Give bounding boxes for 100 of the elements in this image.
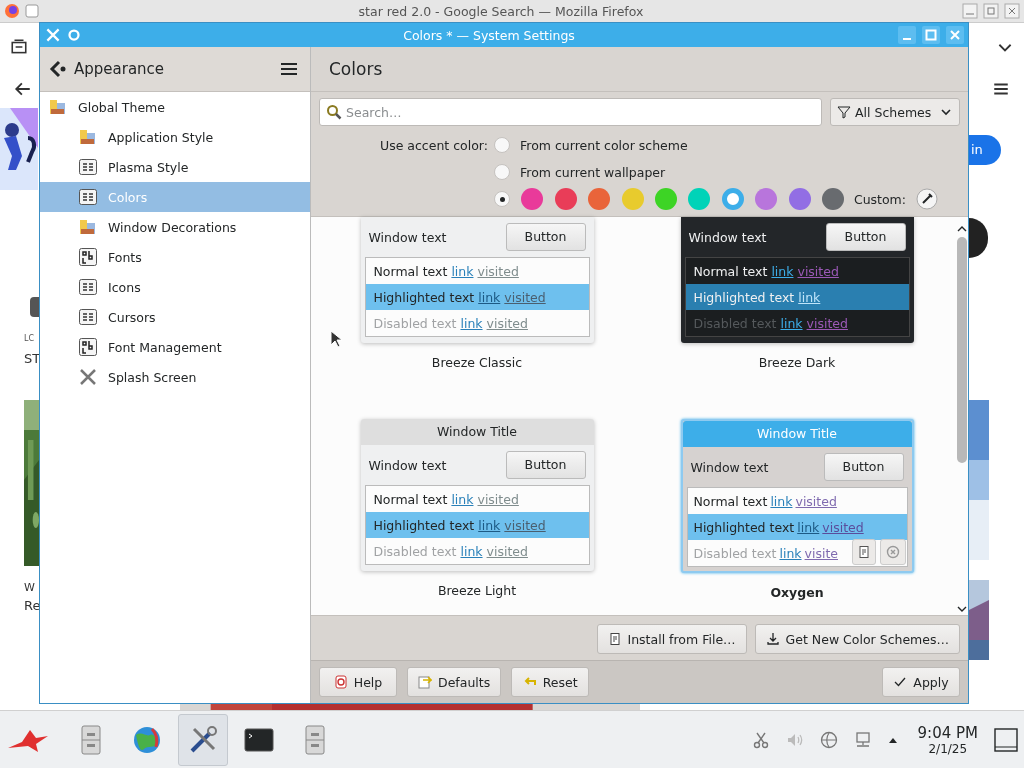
sidebar-item[interactable]: Splash Screen: [40, 362, 310, 392]
preview-link: link: [460, 315, 483, 331]
scheme-preview[interactable]: Window text Button Normal text link visited Highlighted text link Disabled text link visited: [680, 217, 914, 343]
clock-time[interactable]: 9:04 PM: [917, 723, 978, 742]
preview-text: Normal text: [693, 263, 768, 279]
maximize-icon[interactable]: [983, 3, 999, 19]
module-icon: [78, 307, 98, 327]
font-icon: [78, 337, 98, 357]
preview-button: Button: [505, 223, 586, 251]
color-swatch[interactable]: [554, 188, 577, 210]
minimize-icon[interactable]: [898, 26, 916, 44]
maximize-icon[interactable]: [922, 26, 940, 44]
search-field[interactable]: Search…: [319, 98, 822, 126]
sidebar-item[interactable]: Fonts: [40, 242, 310, 272]
color-swatch[interactable]: [621, 188, 644, 210]
close-icon[interactable]: [1004, 3, 1020, 19]
minimize-icon[interactable]: [962, 3, 978, 19]
preview-text: Disabled text: [373, 543, 457, 559]
radio-button[interactable]: [494, 164, 510, 180]
preview-title-bar: Window Title: [360, 419, 594, 445]
preview-text: Highlighted text: [373, 289, 475, 305]
color-swatch[interactable]: [654, 188, 677, 210]
preview-text: Normal text: [373, 491, 448, 507]
radio-button[interactable]: [494, 191, 510, 207]
preview-text: Window text: [368, 457, 447, 473]
preview-link: link: [779, 545, 802, 561]
preview-link: link: [798, 289, 821, 305]
close-icon[interactable]: [946, 26, 964, 44]
scissors-icon[interactable]: [751, 730, 770, 749]
page-text: W: [24, 581, 35, 594]
preview-link: link: [478, 289, 501, 305]
scheme-filter-dropdown[interactable]: All Schemes: [830, 98, 960, 126]
defaults-button[interactable]: Defaults: [407, 667, 502, 697]
reset-button[interactable]: Reset: [511, 667, 590, 697]
preview-text: Highlighted text: [693, 289, 795, 305]
clock-date[interactable]: 2/1/25: [928, 741, 968, 756]
sidebar-item[interactable]: Application Style: [40, 122, 310, 152]
scheme-preview[interactable]: Window Title Window text Button Normal text link visited Highlighted text link visited Disabled text link visite: [680, 419, 914, 573]
edit-button[interactable]: [851, 539, 876, 565]
get-new-button[interactable]: Get New Color Schemes…: [754, 624, 960, 654]
preview-link: link: [780, 315, 803, 331]
show-desktop-icon[interactable]: [994, 727, 1018, 752]
sidebar-item[interactable]: Icons: [40, 272, 310, 302]
sidebar-item[interactable]: Global Theme: [40, 92, 310, 122]
monitor-icon[interactable]: [853, 730, 872, 749]
sidebar-item[interactable]: Plasma Style: [40, 152, 310, 182]
scheme-name: Breeze Light: [437, 583, 517, 598]
preview-link: visited: [504, 289, 546, 305]
preview-link: visited: [486, 315, 528, 331]
scroll-up-icon[interactable]: [957, 225, 967, 233]
scroll-down-icon[interactable]: [957, 605, 967, 613]
sidebar-item[interactable]: Font Management: [40, 332, 310, 362]
sidebar-item[interactable]: Cursors: [40, 302, 310, 332]
page-text: LC: [24, 334, 35, 343]
filter-icon: [837, 105, 851, 119]
help-button[interactable]: Help: [319, 667, 397, 697]
window-title: star red 2.0 - Google Search — Mozilla Firefox: [357, 3, 645, 19]
color-swatch[interactable]: [788, 188, 811, 210]
back-icon[interactable]: [48, 59, 68, 79]
tabs-icon[interactable]: [10, 38, 28, 56]
preview-button: Button: [505, 451, 586, 479]
preview-link: link: [460, 543, 483, 559]
preview-link: visited: [795, 493, 837, 509]
network-icon[interactable]: [819, 730, 838, 749]
globe-icon: [132, 724, 162, 755]
sign-in-button[interactable]: in: [969, 135, 1001, 165]
back-icon[interactable]: [14, 80, 32, 98]
preview-link: link: [451, 491, 474, 507]
preview-link: visite: [804, 545, 838, 561]
remove-icon: [885, 545, 900, 559]
scheme-preview[interactable]: Window text Button Normal text link visited Highlighted text link visited Disabled text link visited: [360, 217, 594, 343]
radio-label: From current wallpaper: [520, 164, 666, 180]
preview-button: Button: [825, 223, 906, 251]
preview-text: Highlighted text: [373, 517, 475, 533]
module-icon: [78, 157, 98, 177]
preview-link: link: [771, 263, 794, 279]
search-icon: [326, 104, 342, 120]
scheme-name: Breeze Classic: [431, 355, 523, 370]
apply-button[interactable]: Apply: [882, 667, 960, 697]
window-title: Colors * — System Settings: [402, 27, 576, 43]
radio-label: From current color scheme: [520, 137, 688, 153]
color-swatch[interactable]: [688, 188, 711, 210]
install-button[interactable]: Install from File…: [596, 624, 747, 654]
radio-button[interactable]: [494, 137, 510, 153]
color-swatch[interactable]: [821, 188, 844, 210]
color-swatch[interactable]: [588, 188, 611, 210]
page-text: ST: [24, 351, 41, 366]
firefox-icon[interactable]: [4, 3, 20, 19]
scheme-name: Breeze Dark: [758, 355, 836, 370]
module-icon: [78, 187, 98, 207]
color-picker-icon[interactable]: [916, 188, 938, 210]
sidebar-item[interactable]: Window Decorations: [40, 212, 310, 242]
color-swatch[interactable]: [721, 188, 744, 210]
color-swatch[interactable]: [755, 188, 778, 210]
scheme-preview[interactable]: Window Title Window text Button Normal text link visited Highlighted text link visited Disabled text link visited: [360, 419, 594, 571]
preview-text: Window text: [690, 459, 769, 475]
menu-icon[interactable]: [280, 60, 298, 78]
taskbar-app[interactable]: [178, 713, 228, 766]
color-swatch[interactable]: [521, 188, 544, 210]
accent-label: Use accent color:: [379, 137, 489, 153]
